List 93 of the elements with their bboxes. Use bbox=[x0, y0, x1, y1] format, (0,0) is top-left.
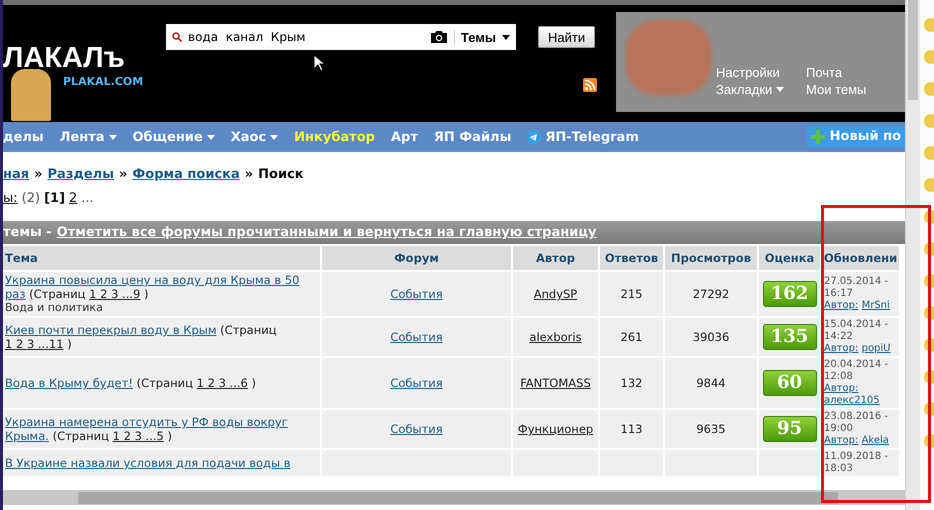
nav-menu-item[interactable]: делы bbox=[3, 130, 44, 144]
last-author-label[interactable]: Автор: bbox=[824, 300, 858, 311]
caret-icon bbox=[776, 87, 784, 92]
topic-description: Вода и политика bbox=[5, 301, 104, 315]
site-logo[interactable]: ЛАКАЛъ bbox=[3, 41, 127, 75]
topics-label: темы - bbox=[3, 225, 52, 240]
breadcrumb-text: » bbox=[34, 166, 43, 182]
search-button[interactable]: Найти bbox=[538, 26, 596, 48]
rating-badge: 60 bbox=[762, 370, 816, 396]
breadcrumb-link[interactable]: ная bbox=[3, 166, 30, 182]
updated-time: 19:00 bbox=[824, 423, 854, 435]
last-author-label[interactable]: Автор: bbox=[824, 435, 858, 446]
rating-badge: 162 bbox=[762, 281, 816, 307]
caret-icon bbox=[108, 134, 116, 140]
column-header: Оценка bbox=[759, 246, 820, 270]
logo-domain: PLAKAL.COM bbox=[63, 75, 144, 88]
rss-icon[interactable] bbox=[583, 78, 597, 92]
updated-date: 20.04.2014 - bbox=[824, 359, 890, 371]
vertical-scrollbar[interactable] bbox=[905, 0, 920, 510]
page-label: [1] bbox=[44, 190, 66, 206]
last-author-label[interactable]: Автор: bbox=[824, 383, 858, 394]
rating-badge: 135 bbox=[762, 324, 816, 350]
nav-menu-item[interactable]: Инкубатор bbox=[294, 130, 375, 144]
nav-menu-item[interactable]: Общение bbox=[132, 130, 215, 144]
page-links[interactable]: 1 2 3 ...5 bbox=[112, 429, 164, 443]
last-author-link[interactable]: popiU bbox=[862, 343, 891, 354]
updated-date: 27.05.2014 - bbox=[824, 276, 890, 288]
rating-badge: 95 bbox=[762, 416, 816, 442]
breadcrumb-text: » bbox=[118, 166, 128, 182]
breadcrumb-text: Поиск bbox=[258, 166, 304, 182]
user-menu-link[interactable]: Почта bbox=[806, 65, 896, 80]
breadcrumb-link[interactable]: Разделы bbox=[48, 166, 114, 182]
photo-placeholder bbox=[11, 69, 51, 121]
last-author-link[interactable]: алекс2105 bbox=[824, 395, 880, 406]
updated-time: 16:17 bbox=[824, 288, 854, 300]
forum-link[interactable]: События bbox=[390, 422, 443, 436]
views-count: 9635 bbox=[696, 422, 726, 436]
horizontal-scrollbar[interactable] bbox=[3, 490, 905, 505]
nav-menu-item[interactable]: Хаос bbox=[230, 130, 278, 144]
last-author-link[interactable]: Akela bbox=[862, 435, 889, 446]
updated-date: 11.09.2018 - bbox=[824, 451, 890, 463]
scope-dropdown[interactable]: Темы bbox=[454, 30, 510, 44]
updated-time: 12:08 bbox=[824, 371, 854, 383]
replies-count: 132 bbox=[620, 376, 642, 390]
user-menu-link[interactable]: Закладки bbox=[716, 82, 806, 97]
nav-menu-item[interactable]: ЯП Файлы bbox=[434, 130, 512, 144]
plus-icon bbox=[810, 130, 825, 144]
breadcrumb-link[interactable]: Форма поиска bbox=[132, 166, 240, 182]
caret-icon bbox=[206, 134, 215, 140]
column-header: Автор bbox=[513, 246, 598, 270]
page-label: (2) bbox=[22, 190, 40, 206]
page-label: ... bbox=[81, 190, 94, 206]
user-menu-link[interactable]: Мои темы bbox=[806, 82, 896, 97]
views-count: 27292 bbox=[692, 287, 730, 301]
page-links[interactable]: 1 2 3 ...6 bbox=[196, 376, 248, 390]
page-links[interactable]: 1 2 3 ...9 bbox=[89, 287, 140, 301]
column-header: Ответов bbox=[600, 246, 663, 270]
page-link[interactable]: ы: bbox=[3, 190, 18, 206]
breadcrumb-text: » bbox=[244, 166, 254, 182]
search-icon bbox=[172, 32, 182, 42]
nav-menu-item[interactable]: Арт bbox=[390, 130, 418, 144]
topic-title[interactable]: Украина повысила цену на воду для Крыма в 50 раз (Страниц 1 2 3 ...9 ) bbox=[5, 273, 318, 301]
views-count: 39036 bbox=[692, 330, 730, 344]
camera-icon[interactable] bbox=[430, 30, 448, 44]
forum-link[interactable]: События bbox=[390, 330, 443, 344]
nav-menu-item[interactable]: Лента bbox=[60, 130, 116, 144]
replies-count: 215 bbox=[620, 287, 642, 301]
column-header: Форум bbox=[322, 246, 511, 270]
column-header: Обновлени bbox=[822, 246, 899, 270]
forum-link[interactable]: События bbox=[390, 376, 443, 390]
mark-read-link[interactable]: Отметить все форумы прочитанными и вернуться на главную страницу bbox=[56, 225, 596, 240]
forum-link[interactable]: События bbox=[390, 287, 443, 301]
page-links[interactable]: 1 2 3 ...11 bbox=[5, 337, 64, 351]
column-header: Тема bbox=[3, 246, 320, 270]
updated-date: 15.04.2014 - bbox=[824, 319, 890, 331]
nav-menu-item[interactable]: ЯП-Telegram bbox=[527, 130, 639, 144]
telegram-icon bbox=[527, 130, 542, 144]
caret-icon bbox=[502, 34, 510, 40]
author-link[interactable]: AndySP bbox=[534, 287, 578, 301]
last-author-link[interactable]: MrSni bbox=[862, 300, 890, 311]
cursor-icon bbox=[313, 54, 325, 72]
last-author-label[interactable]: Автор: bbox=[824, 343, 858, 354]
views-count: 9844 bbox=[696, 376, 726, 390]
user-menu-link[interactable]: Настройки bbox=[716, 65, 806, 80]
updated-time: 14:22 bbox=[824, 331, 854, 343]
replies-count: 113 bbox=[620, 422, 642, 436]
updated-date: 23.08.2016 - bbox=[824, 411, 890, 423]
page-link[interactable]: 2 bbox=[69, 190, 78, 206]
column-header: Просмотров bbox=[665, 246, 757, 270]
search-field[interactable]: вода канал Крым Темы bbox=[166, 24, 516, 50]
caret-icon bbox=[270, 134, 278, 140]
updated-time: 18:03 bbox=[824, 463, 854, 475]
replies-count: 261 bbox=[620, 330, 642, 344]
